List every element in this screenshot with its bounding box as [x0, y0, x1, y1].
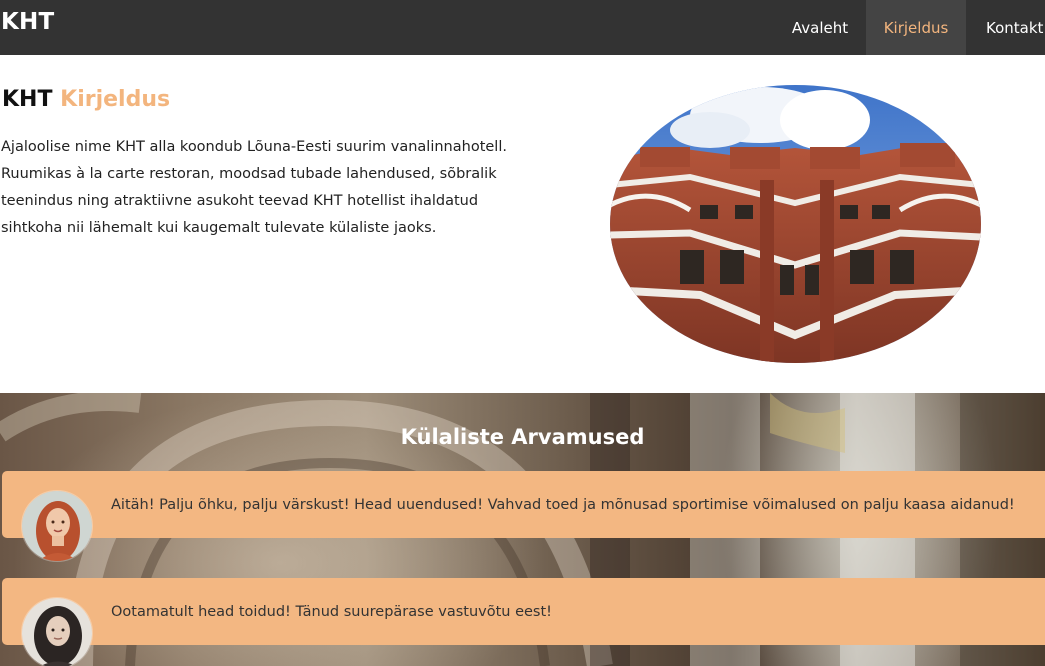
hotel-building-icon	[610, 85, 981, 363]
reviews-title: Külaliste Arvamused	[400, 425, 645, 449]
woman-curly-hair-avatar-icon	[22, 598, 92, 666]
about-title: KHT Kirjeldus	[2, 87, 170, 112]
review-text-2: Ootamatult head toidud! Tänud suurepäras…	[111, 603, 552, 620]
review-card: Aitäh! Palju õhku, palju värskust! Head …	[2, 471, 1045, 562]
nav-links: Avaleht Kirjeldus Kontakt	[758, 0, 1045, 55]
review-text-1: Aitäh! Palju õhku, palju värskust! Head …	[111, 496, 1015, 513]
review-avatar-2	[21, 597, 93, 666]
woman-red-hair-avatar-icon	[22, 491, 92, 561]
review-avatar-1	[21, 490, 93, 562]
reviews-section: Külaliste Arvamused Aitäh! Palju õhku, p…	[0, 393, 1045, 666]
about-title-main: KHT	[2, 87, 53, 112]
about-title-accent: Kirjeldus	[60, 87, 171, 112]
nav-link-kirjeldus[interactable]: Kirjeldus	[866, 0, 966, 55]
brand-logo[interactable]: KHT	[1, 9, 54, 35]
hotel-building-photo	[610, 85, 981, 363]
about-section: KHT Kirjeldus Ajaloolise nime KHT alla k…	[0, 55, 1045, 393]
review-card: Ootamatult head toidud! Tänud suurepäras…	[2, 578, 1045, 666]
nav-link-avaleht[interactable]: Avaleht	[758, 0, 866, 55]
about-description: Ajaloolise nime KHT alla koondub Lõuna-E…	[1, 139, 507, 236]
nav-link-kontakt[interactable]: Kontakt	[966, 0, 1045, 55]
navbar: KHT Avaleht Kirjeldus Kontakt	[0, 0, 1045, 55]
